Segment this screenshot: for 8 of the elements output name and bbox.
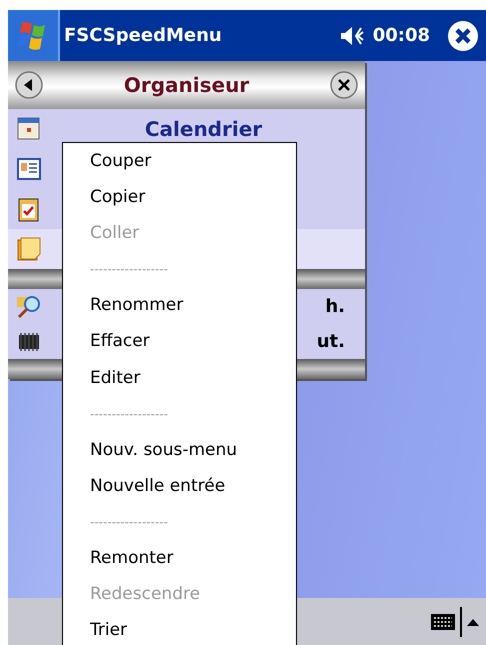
panel-item-label: ut.: [316, 331, 345, 352]
panel-title: Organiseur: [124, 73, 250, 97]
window-title: FSCSpeedMenu: [64, 25, 223, 46]
menu-separator: ------------------: [89, 261, 169, 278]
panel-item-label: h.: [325, 296, 345, 317]
menu-separator: ------------------: [89, 514, 169, 531]
panel-item-label: Calendrier: [144, 117, 264, 141]
menu-separator: ------------------: [89, 406, 169, 423]
